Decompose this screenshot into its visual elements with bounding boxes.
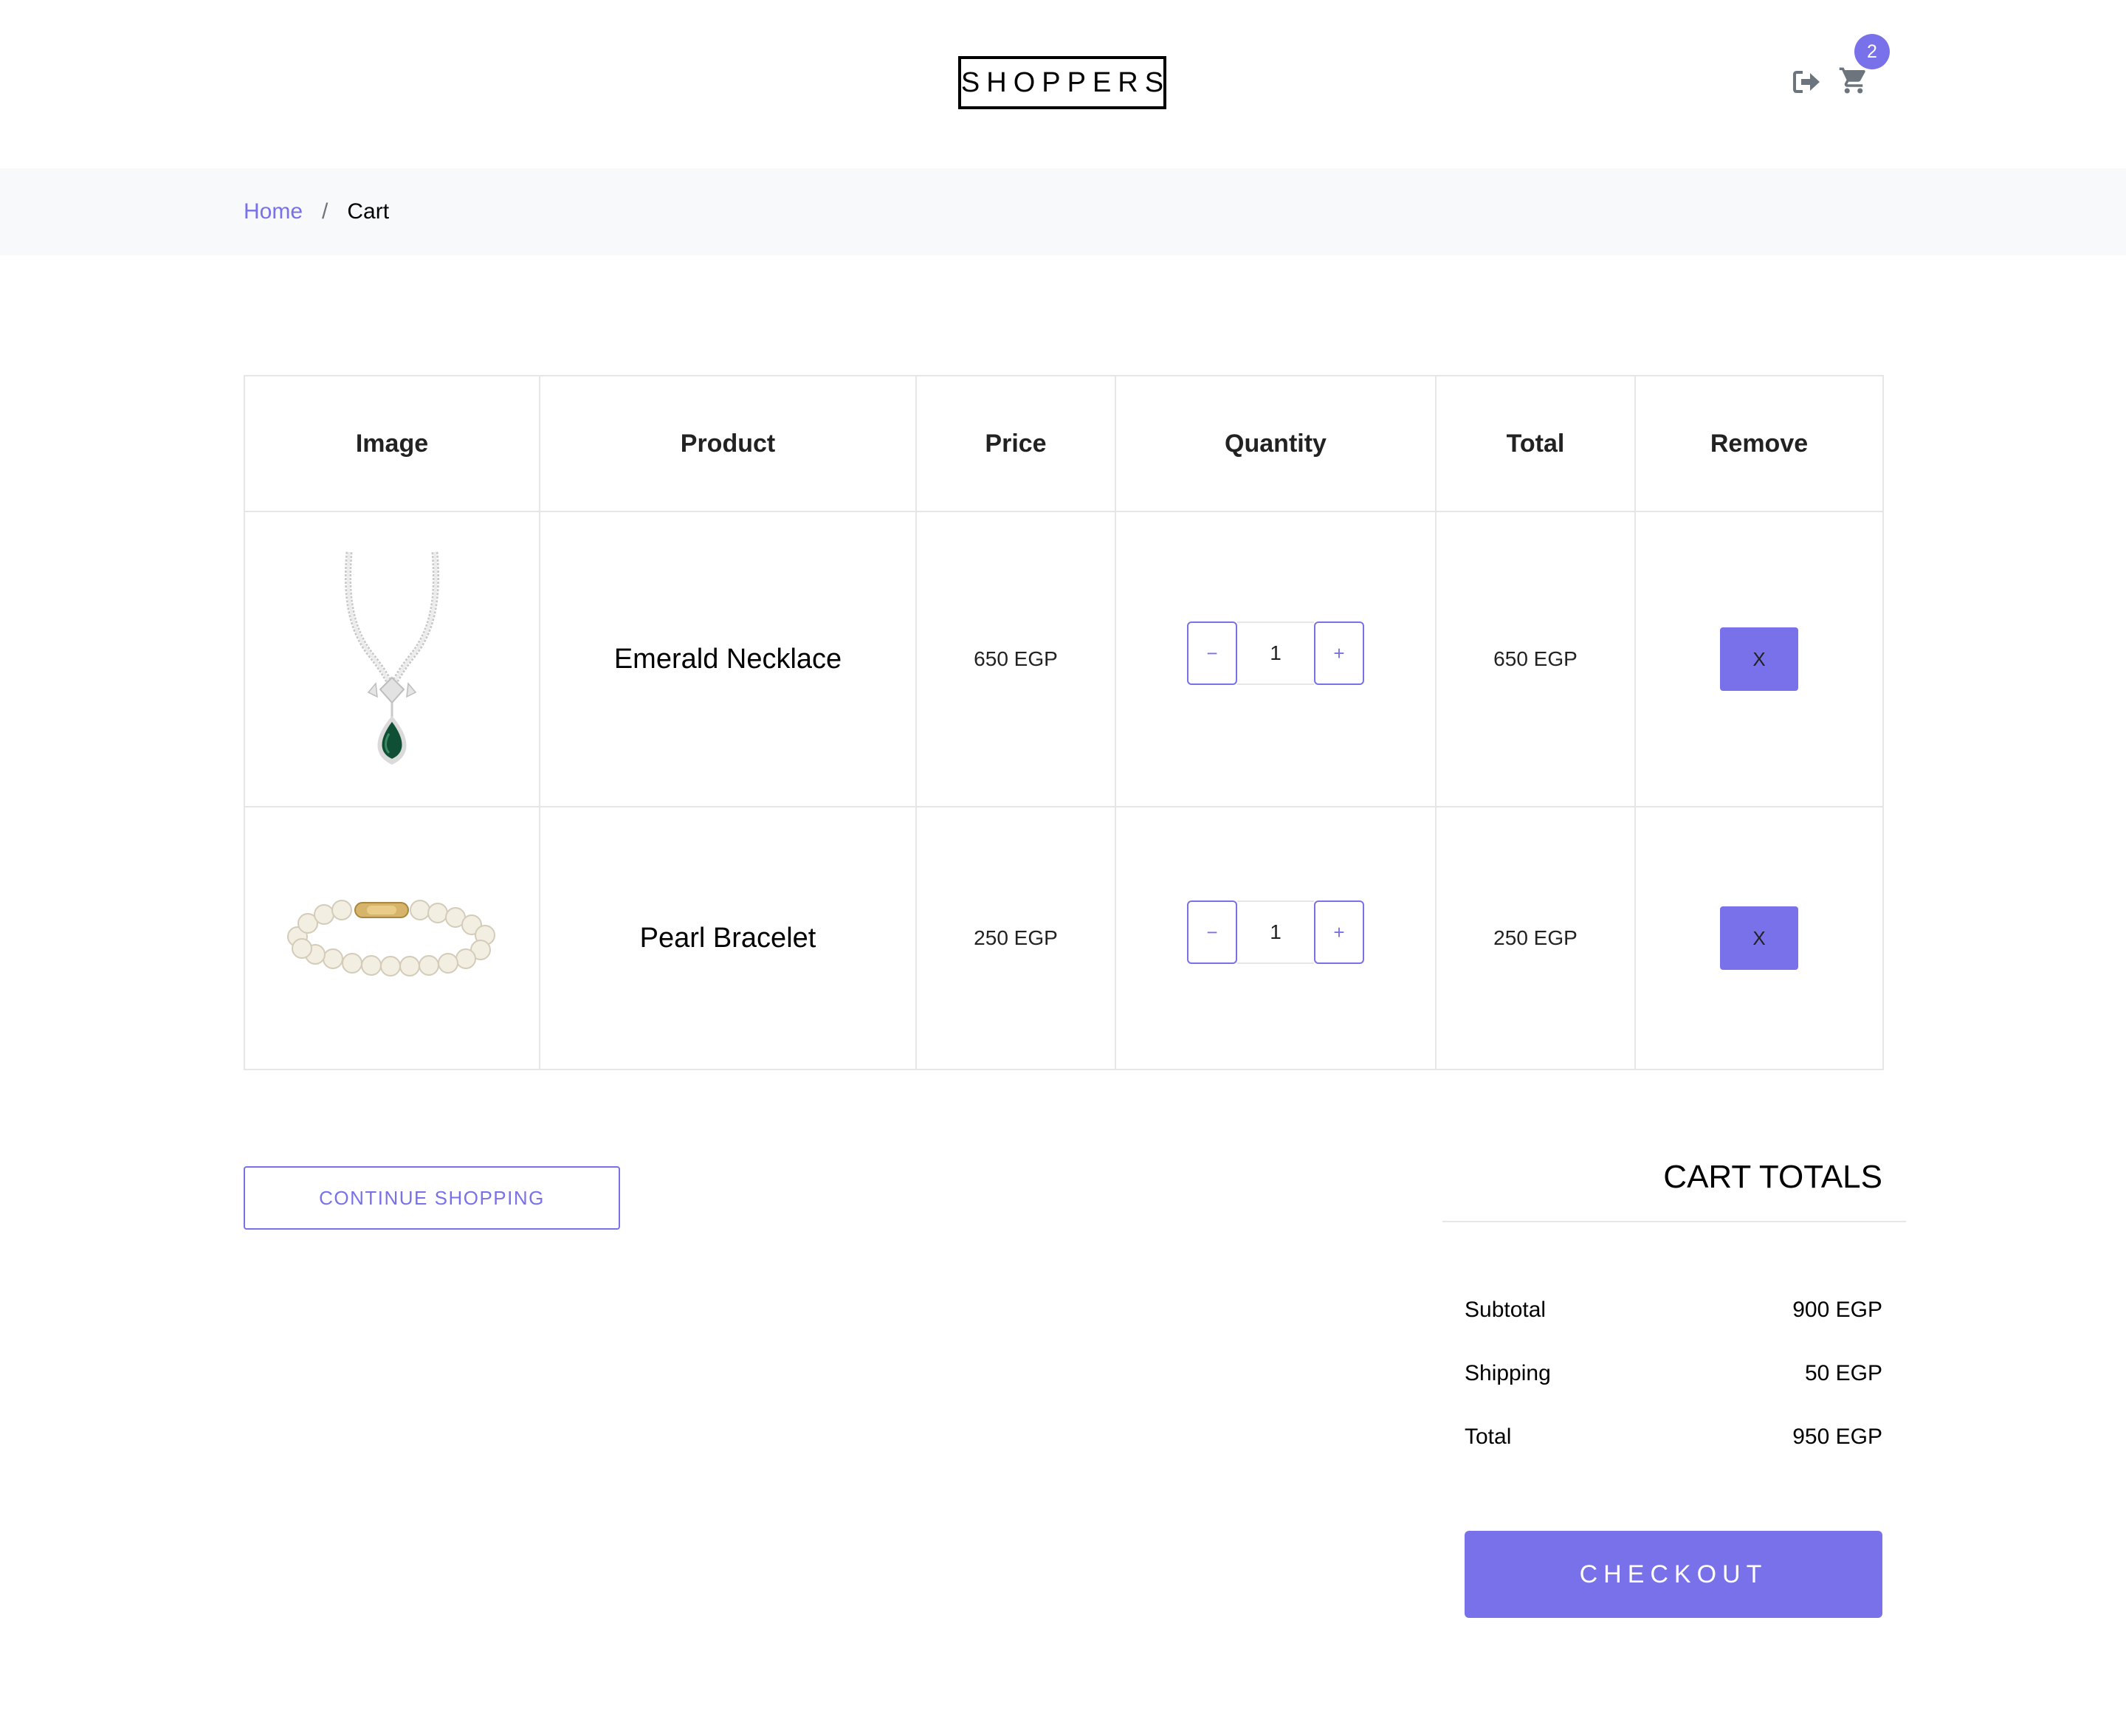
quantity-decrease-button[interactable]: − <box>1187 900 1237 964</box>
breadcrumb-home-link[interactable]: Home <box>244 199 303 224</box>
product-name[interactable]: Emerald Necklace <box>614 644 842 675</box>
table-row: Emerald Necklace 650 EGP − + 650 EGP X <box>244 511 1884 807</box>
quantity-input[interactable] <box>1237 621 1314 685</box>
site-logo-text: SHOPPERS <box>960 66 1171 98</box>
remove-item-button[interactable]: X <box>1720 627 1798 691</box>
breadcrumb-separator: / <box>322 199 328 224</box>
column-header-remove: Remove <box>1634 375 1884 512</box>
header-icons: 2 <box>1786 34 1890 103</box>
total-cell: 650 EGP <box>1435 511 1636 807</box>
site-logo[interactable]: SHOPPERS <box>958 56 1166 109</box>
quantity-stepper: − + <box>1187 900 1364 964</box>
product-name-cell: Pearl Bracelet <box>539 806 917 1070</box>
quantity-increase-button[interactable]: + <box>1314 621 1364 685</box>
subtotal-row: Subtotal 900 EGP <box>1465 1298 1882 1323</box>
subtotal-label: Subtotal <box>1465 1298 1547 1322</box>
breadcrumb-current: Cart <box>347 199 390 224</box>
total-cell: 250 EGP <box>1435 806 1636 1070</box>
product-price: 650 EGP <box>974 647 1058 670</box>
product-name[interactable]: Pearl Bracelet <box>640 923 816 954</box>
line-total: 650 EGP <box>1493 647 1578 670</box>
remove-cell: X <box>1634 806 1884 1070</box>
shipping-row: Shipping 50 EGP <box>1465 1361 1882 1386</box>
checkout-button[interactable]: CHECKOUT <box>1465 1531 1882 1618</box>
breadcrumb: Home / Cart <box>244 168 389 255</box>
quantity-increase-button[interactable]: + <box>1314 900 1364 964</box>
product-image-cell <box>244 511 540 807</box>
total-value: 950 EGP <box>1792 1425 1882 1449</box>
column-header-quantity: Quantity <box>1115 375 1437 512</box>
shipping-value: 50 EGP <box>1804 1361 1882 1385</box>
column-header-product: Product <box>539 375 917 512</box>
line-total: 250 EGP <box>1493 926 1578 949</box>
pearl-bracelet-image <box>287 900 495 976</box>
price-cell: 650 EGP <box>915 511 1116 807</box>
product-name-cell: Emerald Necklace <box>539 511 917 807</box>
subtotal-value: 900 EGP <box>1792 1298 1882 1322</box>
site-header: SHOPPERS 2 <box>0 0 2126 168</box>
cart-count-badge: 2 <box>1854 34 1890 69</box>
remove-item-button[interactable]: X <box>1720 906 1798 970</box>
table-header-row: Image Product Price Quantity Total Remov… <box>244 375 1884 512</box>
table-row: Pearl Bracelet 250 EGP − + 250 EGP X <box>244 806 1884 1070</box>
shopping-cart-icon[interactable] <box>1838 65 1869 96</box>
column-header-price: Price <box>915 375 1116 512</box>
product-price: 250 EGP <box>974 926 1058 949</box>
cart-totals-title: CART TOTALS <box>1663 1159 1882 1195</box>
quantity-stepper: − + <box>1187 621 1364 685</box>
quantity-cell: − + <box>1115 511 1437 807</box>
remove-cell: X <box>1634 511 1884 807</box>
continue-shopping-button[interactable]: CONTINUE SHOPPING <box>244 1166 620 1230</box>
column-header-total: Total <box>1435 375 1636 512</box>
breadcrumb-bar: Home / Cart <box>0 168 2126 255</box>
cart-totals-divider <box>1442 1221 1906 1222</box>
emerald-necklace-image <box>344 551 440 765</box>
total-row: Total 950 EGP <box>1465 1425 1882 1450</box>
total-label: Total <box>1465 1425 1512 1449</box>
quantity-input[interactable] <box>1237 900 1314 964</box>
quantity-decrease-button[interactable]: − <box>1187 621 1237 685</box>
product-image-cell <box>244 806 540 1070</box>
cart-table: Image Product Price Quantity Total Remov… <box>244 375 1884 1070</box>
price-cell: 250 EGP <box>915 806 1116 1070</box>
shipping-label: Shipping <box>1465 1361 1551 1385</box>
column-header-image: Image <box>244 375 540 512</box>
quantity-cell: − + <box>1115 806 1437 1070</box>
sign-out-icon[interactable] <box>1792 69 1822 94</box>
